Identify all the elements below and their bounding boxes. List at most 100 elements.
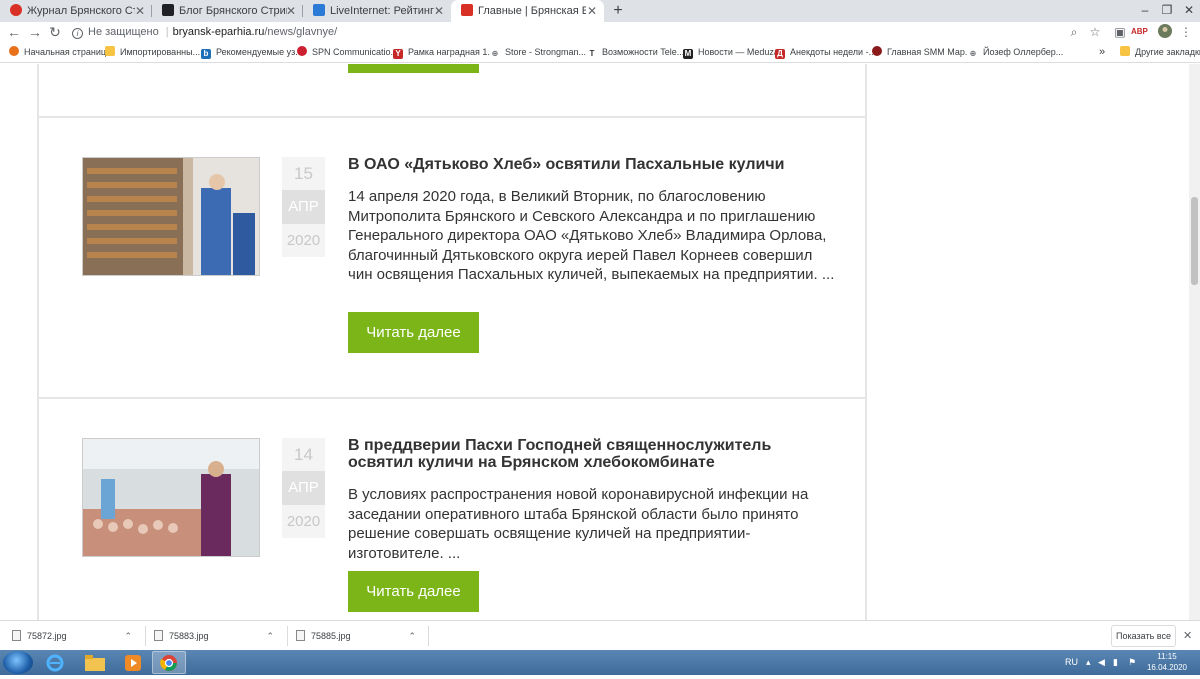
news-title[interactable]: В преддверии Пасхи Господней священнослу…	[348, 437, 838, 471]
media-player-icon[interactable]	[116, 651, 150, 674]
back-arrow-icon[interactable]: ←	[6, 22, 22, 43]
bookmark-label: Главная SMM Мар...	[887, 47, 973, 57]
download-item[interactable]: 75885.jpg ⌃	[284, 625, 422, 647]
read-more-button[interactable]: Читать далее	[348, 312, 479, 353]
globe-icon: ⊕	[490, 49, 500, 59]
favicon-icon	[461, 4, 473, 16]
adblock-icon[interactable]: ABP	[1131, 24, 1148, 40]
taskbar-clock[interactable]: 11:15 16.04.2020	[1146, 651, 1188, 673]
scrollbar-thumb[interactable]	[1191, 197, 1198, 285]
news-excerpt: 14 апреля 2020 года, в Великий Вторник, …	[348, 188, 835, 283]
action-center-icon[interactable]: ⚑	[1128, 657, 1136, 668]
network-icon[interactable]: ▮	[1113, 657, 1118, 668]
bookmark-star-icon[interactable]: ☆	[1087, 24, 1103, 40]
firefox-icon	[9, 46, 19, 56]
bookmark-item[interactable]: M Новости — Meduza	[683, 43, 779, 62]
bookmark-item[interactable]: Импортированны...	[105, 43, 200, 62]
window-close-icon[interactable]: ✕	[1178, 0, 1200, 22]
bookmark-item[interactable]: T Возможности Tele...	[587, 43, 684, 62]
maximize-icon[interactable]: ❐	[1156, 0, 1178, 22]
menu-dots-icon[interactable]: ⋮	[1178, 24, 1194, 40]
browser-tab-strip: Журнал Брянского Стрингера ✕ Блог Брянск…	[0, 0, 1200, 22]
bookmark-item[interactable]: Главная SMM Мар...	[872, 43, 972, 62]
window-controls: – ❐ ✕	[1134, 0, 1200, 22]
bookmark-label: Возможности Tele...	[602, 47, 685, 57]
news-excerpt: В условиях распространения новой коронав…	[348, 486, 809, 562]
info-icon[interactable]: i	[72, 28, 83, 39]
bookmark-item[interactable]: Д Анекдоты недели -...	[775, 43, 876, 62]
browser-tab[interactable]: Журнал Брянского Стрингера ✕	[0, 0, 152, 22]
chevron-up-icon[interactable]: ⌃	[124, 625, 132, 647]
reload-icon[interactable]: ↻	[47, 22, 63, 43]
tray-expand-icon[interactable]: ▴	[1086, 657, 1091, 668]
browser-toolbar: ← → ↻ i Не защищено | bryansk-eparhia.ru/n…	[0, 22, 1200, 43]
file-icon	[154, 630, 163, 641]
bookmark-label: SPN Communicatio...	[312, 47, 399, 57]
browser-tab[interactable]: Блог Брянского Стрингера | Янд ✕	[152, 0, 303, 22]
other-bookmarks-folder[interactable]: Другие закладки	[1120, 43, 1200, 62]
forward-arrow-icon[interactable]: →	[27, 22, 43, 43]
read-more-button[interactable]	[348, 64, 479, 73]
read-more-button[interactable]: Читать далее	[348, 571, 479, 612]
browser-tab-active[interactable]: Главные | Брянская Епархия ✕	[451, 0, 604, 22]
extension-counter-icon[interactable]: ▣	[1112, 24, 1128, 40]
bookmark-item[interactable]: SPN Communicatio...	[297, 43, 398, 62]
download-item[interactable]: 75872.jpg ⌃	[0, 625, 138, 647]
new-tab-button[interactable]: +	[609, 2, 627, 20]
volume-icon[interactable]: ◀	[1098, 657, 1105, 668]
bookmark-item[interactable]: ⊕ Store - Strongman...	[490, 43, 586, 62]
close-icon[interactable]: ✕	[587, 0, 597, 22]
folder-icon	[105, 46, 115, 56]
close-icon[interactable]: ✕	[434, 0, 444, 22]
tab-title: LiveInternet: Рейтинг сайтов	[330, 5, 438, 17]
download-separator	[428, 626, 429, 646]
bookmark-item[interactable]: ⊕ Йозеф Оллербер...	[968, 43, 1063, 62]
telegram-t-icon: T	[587, 49, 597, 59]
download-item[interactable]: 75883.jpg ⌃	[142, 625, 280, 647]
date-month: АПР	[282, 190, 325, 224]
bookmark-item[interactable]: Y Рамка наградная 1...	[393, 43, 495, 62]
clock-date: 16.04.2020	[1146, 663, 1188, 672]
page-scrollbar[interactable]	[1189, 64, 1200, 620]
news-divider	[37, 397, 867, 399]
zoom-icon[interactable]: ⌕	[1066, 24, 1082, 40]
url-path: /news/glavnye/	[264, 26, 338, 38]
minimize-icon[interactable]: –	[1134, 0, 1156, 22]
bookmark-item[interactable]: Начальная страница	[9, 43, 111, 62]
bookmarks-overflow-button[interactable]: »	[1099, 43, 1105, 62]
bookmark-label: Импортированны...	[120, 47, 201, 57]
anekdot-icon: Д	[775, 49, 785, 59]
news-title[interactable]: В ОАО «Дятьково Хлеб» освятили Пасхальны…	[348, 156, 838, 173]
download-filename: 75872.jpg	[27, 631, 67, 641]
bookmark-item[interactable]: b Рекомендуемые уз...	[201, 43, 303, 62]
avatar-icon	[1158, 24, 1172, 38]
security-status: Не защищено	[88, 26, 159, 38]
file-icon	[296, 630, 305, 641]
start-button[interactable]	[3, 651, 33, 674]
address-bar[interactable]: i Не защищено | bryansk-eparhia.ru/news/gl…	[72, 23, 1102, 42]
date-year: 2020	[286, 513, 321, 530]
browser-tab[interactable]: LiveInternet: Рейтинг сайтов ✕	[303, 0, 451, 22]
tab-title: Главные | Брянская Епархия	[478, 5, 586, 17]
show-all-downloads-button[interactable]: Показать все	[1111, 625, 1176, 647]
favicon-icon	[162, 4, 174, 16]
favicon-icon	[10, 4, 22, 16]
bookmark-label: Рекомендуемые уз...	[216, 47, 303, 57]
internet-explorer-icon[interactable]	[38, 651, 72, 674]
bookmark-label: Другие закладки	[1135, 47, 1200, 57]
news-thumbnail[interactable]	[82, 438, 260, 557]
close-icon[interactable]: ✕	[286, 0, 296, 22]
date-year: 2020	[286, 232, 321, 249]
close-icon[interactable]: ✕	[135, 0, 145, 22]
bing-icon: b	[201, 49, 211, 59]
chrome-icon[interactable]	[152, 651, 186, 674]
news-date: 14 АПР 2020	[282, 438, 325, 538]
news-thumbnail[interactable]	[82, 157, 260, 276]
profile-avatar[interactable]	[1157, 24, 1173, 40]
file-explorer-icon[interactable]	[78, 651, 112, 674]
language-indicator[interactable]: RU	[1065, 657, 1078, 667]
close-icon[interactable]: ✕	[1183, 625, 1195, 647]
bookmark-label: Йозеф Оллербер...	[983, 47, 1064, 57]
chevron-up-icon[interactable]: ⌃	[266, 625, 274, 647]
chevron-up-icon[interactable]: ⌃	[408, 625, 416, 647]
